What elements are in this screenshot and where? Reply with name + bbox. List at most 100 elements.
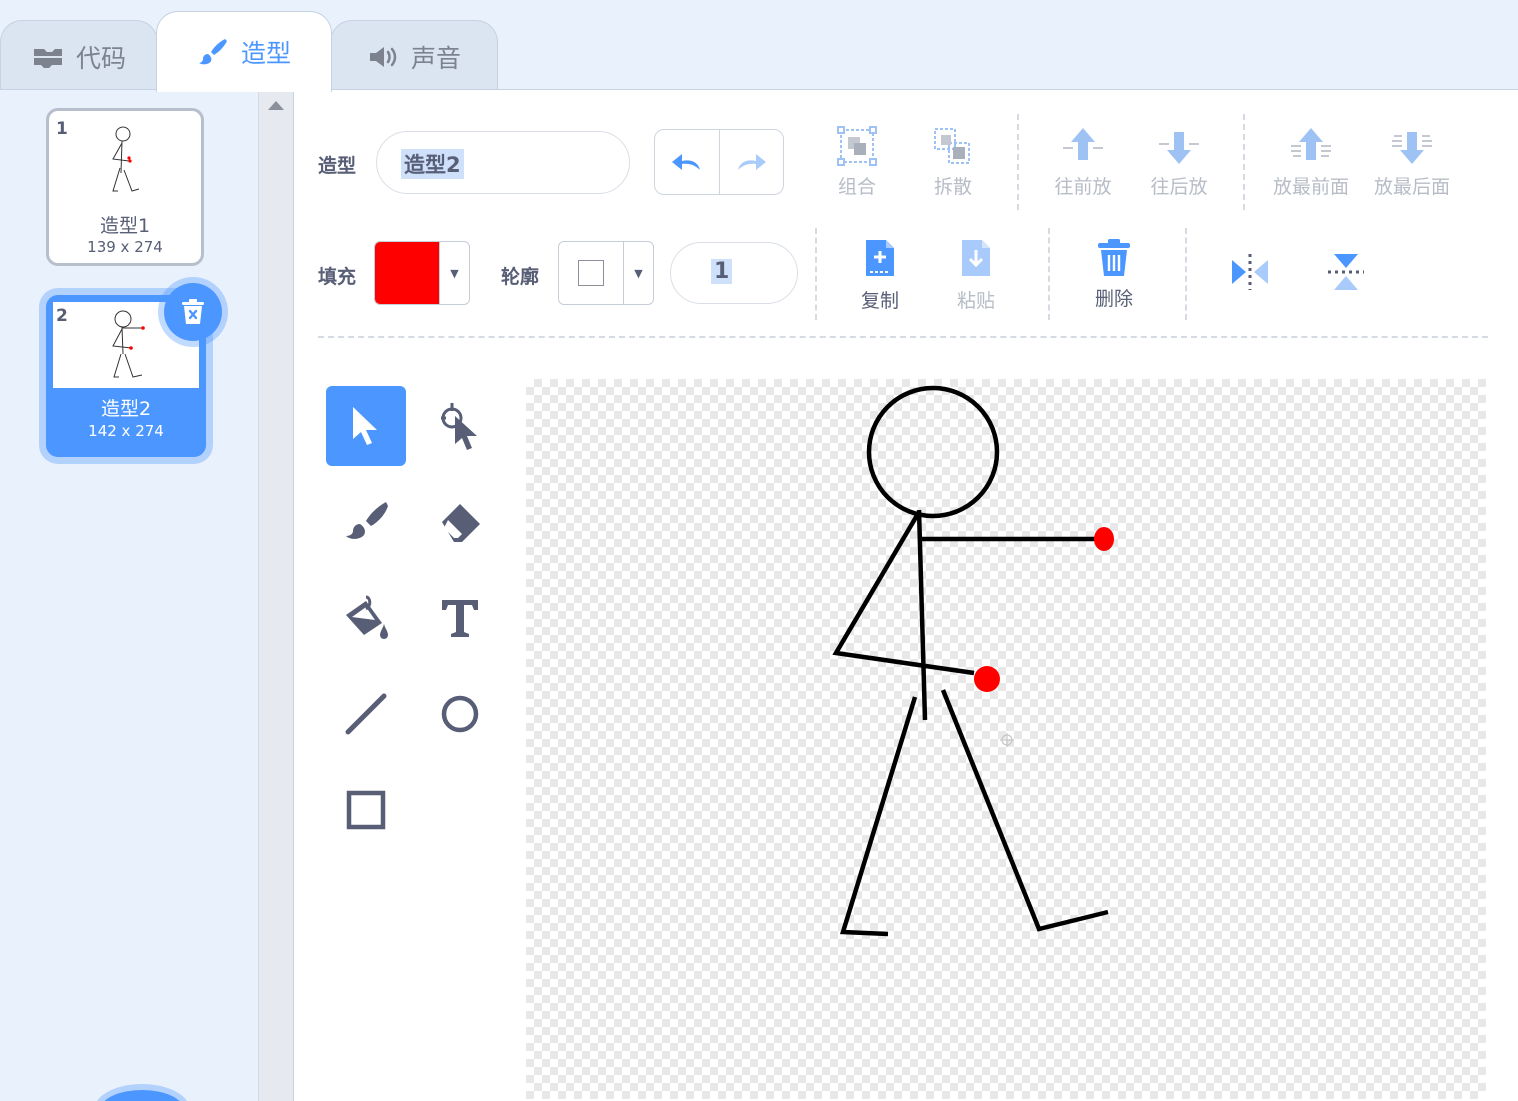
back-icon [1392, 132, 1432, 164]
fill-color-picker[interactable]: ▼ [374, 241, 470, 305]
redo-icon [738, 154, 767, 170]
hand-marker [1094, 527, 1114, 551]
head [866, 385, 1000, 519]
group-label: 组合 [837, 176, 876, 198]
delete-button[interactable]: 删除 [1069, 238, 1159, 311]
copy-icon [866, 240, 894, 276]
separator [815, 228, 817, 320]
add-costume-button[interactable] [100, 1090, 184, 1101]
rectangle-tool[interactable] [326, 770, 406, 850]
hand-marker [974, 666, 1000, 692]
brush-icon [197, 36, 229, 68]
line-icon [345, 693, 387, 735]
eraser-tool[interactable] [420, 482, 500, 562]
flip-horizontal-button[interactable] [1228, 252, 1272, 296]
copy-button[interactable]: 复制 [835, 238, 925, 313]
outline-color-picker[interactable]: ▼ [558, 241, 654, 305]
tab-bar: 代码 造型 声音 [0, 0, 1518, 92]
costume-name-label: 造型 [318, 155, 357, 177]
copy-label: 复制 [860, 290, 899, 312]
forward-icon [1063, 128, 1103, 160]
flip-horizontal-icon [1232, 254, 1268, 290]
dropdown-arrow-icon: ▼ [439, 242, 469, 304]
undo-icon [671, 154, 700, 170]
outline-width-input[interactable]: 1 [670, 242, 798, 304]
trash-icon [182, 299, 204, 324]
separator [1048, 228, 1050, 320]
select-tool[interactable] [326, 386, 406, 466]
costume-number: 1 [56, 119, 68, 139]
rotation-center-icon [1000, 733, 1014, 747]
eraser-icon [442, 504, 480, 542]
forward-label: 往前放 [1054, 176, 1112, 198]
paste-icon [962, 240, 990, 276]
left-arm [832, 510, 975, 676]
tab-label: 代码 [75, 43, 126, 73]
undo-button[interactable] [655, 130, 719, 194]
front-icon [1291, 128, 1331, 160]
ungroup-button[interactable]: 拆散 [908, 126, 998, 199]
costume-item-1[interactable]: 1 造型1 139 x 274 [46, 108, 204, 266]
costume-size: 139 x 274 [87, 238, 163, 256]
code-icon [32, 45, 64, 69]
ungroup-icon [934, 128, 970, 164]
costume-name: 造型2 [100, 398, 152, 420]
separator [1185, 228, 1187, 320]
left-leg [839, 696, 918, 937]
paste-button[interactable]: 粘贴 [931, 238, 1021, 313]
text-icon [442, 600, 478, 637]
backward-icon [1159, 132, 1199, 164]
trash-icon [1098, 239, 1130, 276]
rectangle-icon [346, 790, 386, 830]
reshape-icon [441, 403, 477, 450]
right-leg [940, 689, 1109, 932]
outline-width-value: 1 [711, 259, 733, 284]
fill-label: 填充 [318, 266, 357, 288]
costume-list: 1 造型1 139 x 274 2 造型2 142 x 274 [0, 89, 258, 1101]
stick-figure-drawing[interactable] [526, 379, 1486, 1099]
separator [1017, 114, 1019, 210]
scroll-up-arrow-icon[interactable] [268, 101, 284, 110]
circle-icon [441, 695, 479, 733]
costume-thumbnail [53, 115, 199, 201]
text-tool[interactable] [420, 578, 500, 658]
brush-tool[interactable] [326, 482, 406, 562]
group-icon [837, 126, 877, 166]
paint-bucket-icon [346, 595, 388, 639]
circle-tool[interactable] [420, 674, 500, 754]
brush-icon [346, 502, 388, 539]
flip-vertical-button[interactable] [1326, 250, 1366, 298]
back-label: 放最后面 [1373, 176, 1450, 198]
line-tool[interactable] [326, 674, 406, 754]
costume-name-input[interactable]: 造型2 [376, 131, 630, 194]
flip-vertical-icon [1328, 254, 1364, 290]
tab-code[interactable]: 代码 [0, 20, 158, 92]
paint-editor: 造型 造型2 组合 拆散 往前放 往后放 放最前面 放最后面 填充 ▼ 轮廓 ▼… [294, 89, 1518, 1101]
redo-button[interactable] [718, 130, 784, 194]
costume-name-value: 造型2 [401, 149, 464, 179]
back-button[interactable]: 放最后面 [1367, 126, 1457, 199]
drawing-canvas[interactable] [526, 379, 1486, 1099]
reshape-tool[interactable] [420, 386, 500, 466]
tab-sounds[interactable]: 声音 [330, 20, 498, 92]
tab-label: 声音 [410, 43, 461, 73]
costume-list-scrollbar[interactable] [258, 89, 294, 1101]
backward-button[interactable]: 往后放 [1134, 126, 1224, 199]
fill-tool[interactable] [326, 578, 406, 658]
delete-costume-button[interactable] [164, 283, 222, 341]
toolbar-divider [318, 336, 1488, 338]
arrow-cursor-icon [353, 407, 377, 445]
group-button[interactable]: 组合 [812, 126, 902, 199]
speaker-icon [367, 43, 399, 71]
tab-costumes[interactable]: 造型 [156, 11, 332, 92]
undo-redo-group [654, 129, 784, 195]
torso [916, 509, 928, 721]
front-button[interactable]: 放最前面 [1266, 126, 1356, 199]
paste-label: 粘贴 [956, 290, 995, 312]
outline-swatch [559, 242, 623, 304]
costume-size: 142 x 274 [88, 422, 164, 440]
ungroup-label: 拆散 [933, 176, 972, 198]
forward-button[interactable]: 往前放 [1038, 126, 1128, 199]
fill-swatch [375, 242, 439, 304]
dropdown-arrow-icon: ▼ [623, 242, 653, 304]
